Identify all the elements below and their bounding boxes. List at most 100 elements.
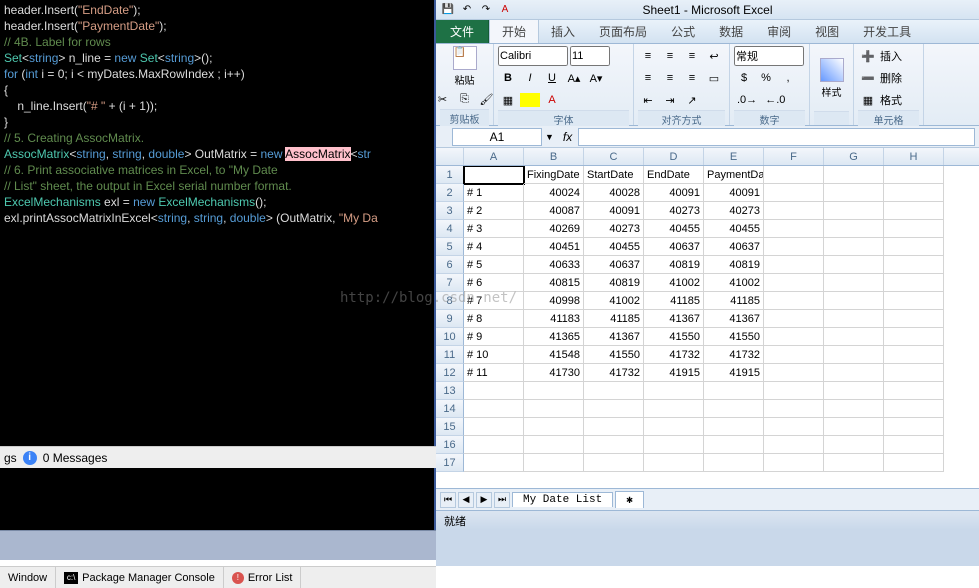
cell[interactable]: # 9 bbox=[464, 328, 524, 346]
cell[interactable]: # 3 bbox=[464, 220, 524, 238]
dropdown-icon[interactable]: ▼ bbox=[542, 132, 557, 142]
cell[interactable] bbox=[464, 166, 524, 184]
cell[interactable]: 40273 bbox=[704, 202, 764, 220]
indent-dec-icon[interactable]: ⇤ bbox=[638, 90, 658, 110]
align-right-icon[interactable]: ≡ bbox=[682, 68, 702, 88]
cell[interactable]: # 4 bbox=[464, 238, 524, 256]
merge-icon[interactable]: ▭ bbox=[704, 68, 724, 88]
row-header[interactable]: 16 bbox=[436, 436, 464, 454]
cell[interactable] bbox=[524, 382, 584, 400]
cell[interactable]: 41183 bbox=[524, 310, 584, 328]
cell[interactable] bbox=[584, 418, 644, 436]
cell[interactable] bbox=[824, 238, 884, 256]
tab-insert[interactable]: 插入 bbox=[539, 20, 587, 43]
cell[interactable] bbox=[764, 382, 824, 400]
cell[interactable] bbox=[824, 202, 884, 220]
cell[interactable] bbox=[764, 346, 824, 364]
cell[interactable] bbox=[584, 382, 644, 400]
cell[interactable]: 40455 bbox=[584, 238, 644, 256]
cell[interactable] bbox=[704, 436, 764, 454]
cell[interactable] bbox=[704, 418, 764, 436]
cell[interactable]: PaymentDate bbox=[704, 166, 764, 184]
cell[interactable]: 41185 bbox=[584, 310, 644, 328]
cell[interactable] bbox=[464, 400, 524, 418]
styles-button[interactable]: 样式 bbox=[814, 58, 850, 99]
cell[interactable] bbox=[824, 274, 884, 292]
sheet-nav-prev-icon[interactable]: ◀ bbox=[458, 492, 474, 508]
cell[interactable] bbox=[824, 364, 884, 382]
currency-icon[interactable]: $ bbox=[734, 68, 754, 88]
border-icon[interactable]: ▦ bbox=[498, 90, 518, 110]
cell[interactable]: 41730 bbox=[524, 364, 584, 382]
font-color-icon[interactable]: A bbox=[497, 2, 513, 18]
cell[interactable] bbox=[884, 436, 944, 454]
row-header[interactable]: 13 bbox=[436, 382, 464, 400]
cell[interactable] bbox=[884, 238, 944, 256]
row-header[interactable]: 6 bbox=[436, 256, 464, 274]
cell[interactable] bbox=[764, 166, 824, 184]
align-mid-icon[interactable]: ≡ bbox=[660, 46, 680, 66]
dec-decimal-icon[interactable]: ←.0 bbox=[762, 90, 788, 110]
cell[interactable]: 41732 bbox=[584, 364, 644, 382]
undo-icon[interactable]: ↶ bbox=[459, 2, 475, 18]
package-manager-tab[interactable]: c:\Package Manager Console bbox=[56, 567, 224, 588]
cell[interactable] bbox=[764, 436, 824, 454]
formula-bar[interactable] bbox=[578, 128, 975, 146]
cell[interactable] bbox=[824, 256, 884, 274]
window-tab[interactable]: Window bbox=[0, 567, 56, 588]
cell[interactable] bbox=[464, 418, 524, 436]
cell[interactable]: 40091 bbox=[644, 184, 704, 202]
messages-count[interactable]: 0 Messages bbox=[43, 451, 108, 465]
cell[interactable]: 41367 bbox=[644, 310, 704, 328]
cell[interactable]: # 5 bbox=[464, 256, 524, 274]
cell[interactable]: 41002 bbox=[584, 292, 644, 310]
cell[interactable]: 41732 bbox=[704, 346, 764, 364]
cell[interactable] bbox=[824, 220, 884, 238]
cell[interactable]: 40273 bbox=[644, 202, 704, 220]
cell[interactable] bbox=[824, 292, 884, 310]
cell[interactable] bbox=[464, 382, 524, 400]
cell[interactable]: 40633 bbox=[524, 256, 584, 274]
font-size-combo[interactable] bbox=[570, 46, 610, 66]
align-left-icon[interactable]: ≡ bbox=[638, 68, 658, 88]
cell[interactable]: # 2 bbox=[464, 202, 524, 220]
row-header[interactable]: 9 bbox=[436, 310, 464, 328]
cell[interactable] bbox=[824, 328, 884, 346]
cell[interactable] bbox=[764, 202, 824, 220]
cell[interactable]: 40819 bbox=[584, 274, 644, 292]
tab-review[interactable]: 审阅 bbox=[755, 20, 803, 43]
row-header[interactable]: 4 bbox=[436, 220, 464, 238]
cell[interactable] bbox=[764, 418, 824, 436]
cell[interactable] bbox=[764, 364, 824, 382]
cell[interactable]: 40028 bbox=[584, 184, 644, 202]
cell[interactable] bbox=[704, 400, 764, 418]
cell[interactable] bbox=[764, 454, 824, 472]
cell[interactable]: 40024 bbox=[524, 184, 584, 202]
cell[interactable]: EndDate bbox=[644, 166, 704, 184]
cell[interactable]: 41550 bbox=[704, 328, 764, 346]
sheet-nav-first-icon[interactable]: ⏮ bbox=[440, 492, 456, 508]
cell[interactable]: 40087 bbox=[524, 202, 584, 220]
cell[interactable] bbox=[884, 328, 944, 346]
sheet-nav-next-icon[interactable]: ▶ bbox=[476, 492, 492, 508]
cell[interactable]: 40269 bbox=[524, 220, 584, 238]
cell[interactable] bbox=[764, 400, 824, 418]
tab-view[interactable]: 视图 bbox=[803, 20, 851, 43]
cell[interactable] bbox=[884, 256, 944, 274]
row-header[interactable]: 10 bbox=[436, 328, 464, 346]
row-header[interactable]: 5 bbox=[436, 238, 464, 256]
tab-file[interactable]: 文件 bbox=[436, 20, 489, 43]
increase-font-icon[interactable]: A▴ bbox=[564, 68, 584, 88]
gs-tab[interactable]: gs bbox=[4, 451, 17, 465]
cell[interactable]: 40273 bbox=[584, 220, 644, 238]
name-box[interactable] bbox=[452, 128, 542, 146]
redo-icon[interactable]: ↷ bbox=[478, 2, 494, 18]
cell[interactable]: 41185 bbox=[644, 292, 704, 310]
cell[interactable] bbox=[884, 202, 944, 220]
tab-layout[interactable]: 页面布局 bbox=[587, 20, 659, 43]
cell[interactable] bbox=[824, 400, 884, 418]
cell[interactable] bbox=[464, 454, 524, 472]
row-header[interactable]: 14 bbox=[436, 400, 464, 418]
cell[interactable] bbox=[884, 220, 944, 238]
cell[interactable]: 41732 bbox=[644, 346, 704, 364]
